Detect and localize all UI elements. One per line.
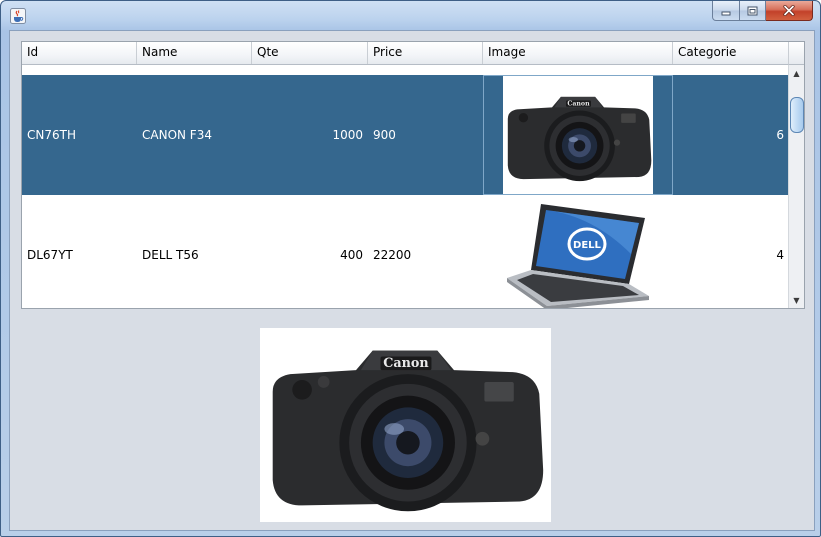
laptop-image: DELL [503,196,653,308]
scroll-up-button[interactable]: ▲ [789,65,804,81]
arrow-up-icon: ▲ [793,68,800,78]
column-header-name[interactable]: Name [137,42,252,64]
column-header-categorie[interactable]: Categorie [673,42,789,64]
column-header-qte[interactable]: Qte [252,42,368,64]
close-icon [783,5,795,16]
application-window: Id Name Qte Price Image Categorie CN76TH… [0,0,821,537]
camera-image: Canon [503,76,653,194]
table-header: Id Name Qte Price Image Categorie [22,42,789,65]
svg-text:DELL: DELL [573,240,602,251]
cell-id[interactable]: DL67YT [22,195,137,308]
table-body: CN76TH CANON F34 1000 900 Canon 6 DL67YT… [22,75,789,308]
column-header-image[interactable]: Image [483,42,673,64]
maximize-button[interactable] [740,1,766,21]
scroll-thumb[interactable] [790,97,804,133]
camera-image: Canon [260,328,551,522]
content-panel: Id Name Qte Price Image Categorie CN76TH… [9,30,815,531]
cell-image[interactable]: DELL [483,195,673,308]
scroll-down-button[interactable]: ▼ [789,292,804,308]
cell-image[interactable]: Canon [483,75,673,195]
java-cup-icon [10,8,26,24]
maximize-icon [747,6,758,15]
arrow-down-icon: ▼ [793,295,800,305]
vertical-scrollbar[interactable]: ▲ ▼ [788,65,804,308]
products-table[interactable]: Id Name Qte Price Image Categorie CN76TH… [21,41,805,309]
minimize-icon [721,11,731,15]
minimize-button[interactable] [712,1,740,21]
title-bar[interactable] [1,1,820,29]
column-header-price[interactable]: Price [368,42,483,64]
cell-categorie[interactable]: 6 [673,75,789,195]
column-header-id[interactable]: Id [22,42,137,64]
cell-qte[interactable]: 400 [252,195,368,308]
cell-categorie[interactable]: 4 [673,195,789,308]
cell-name[interactable]: DELL T56 [137,195,252,308]
cell-id[interactable]: CN76TH [22,75,137,195]
svg-text:Canon: Canon [383,356,428,371]
header-corner [788,42,804,65]
close-button[interactable] [766,1,813,21]
svg-text:Canon: Canon [567,101,590,108]
cell-name[interactable]: CANON F34 [137,75,252,195]
cell-qte[interactable]: 1000 [252,75,368,195]
cell-price[interactable]: 900 [368,75,483,195]
table-row[interactable]: CN76TH CANON F34 1000 900 Canon 6 [22,75,789,195]
table-row[interactable]: DL67YT DELL T56 400 22200 DELL 4 [22,195,789,308]
cell-price[interactable]: 22200 [368,195,483,308]
